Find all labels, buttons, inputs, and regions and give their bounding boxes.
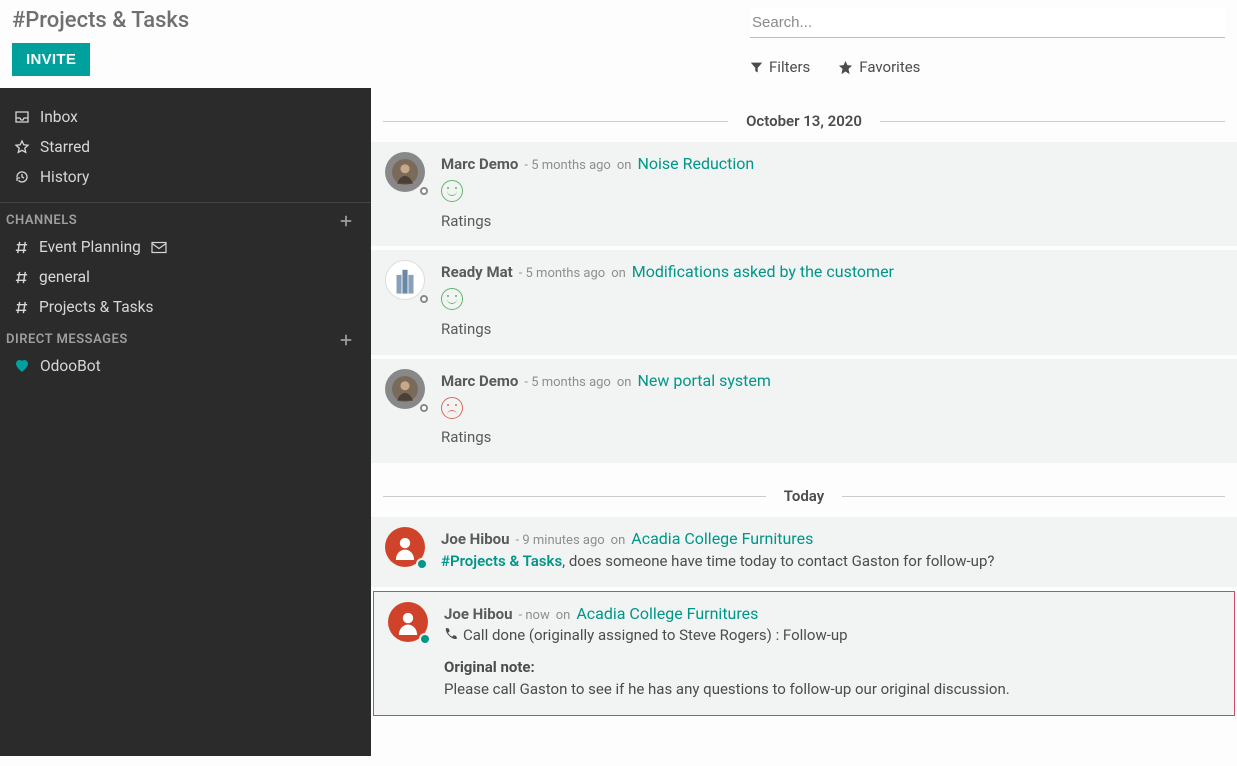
message-list[interactable]: October 13, 2020 Marc Demo - 5 months ag…	[371, 88, 1237, 756]
phone-icon	[444, 627, 457, 640]
filter-row: Filters Favorites	[750, 58, 1225, 76]
note-body: Please call Gaston to see if he has any …	[444, 679, 1220, 701]
history-icon	[14, 169, 30, 185]
message-record-link[interactable]: New portal system	[637, 369, 770, 392]
message-on: on	[611, 265, 626, 284]
sidebar-history[interactable]: History	[0, 162, 371, 192]
sidebar-starred[interactable]: Starred	[0, 132, 371, 162]
top-right: Filters Favorites	[750, 8, 1225, 76]
message-body: #Projects & Tasks, does someone have tim…	[441, 551, 1223, 573]
channel-mention[interactable]: #Projects & Tasks	[441, 552, 562, 570]
avatar	[385, 369, 427, 411]
avatar	[385, 152, 427, 194]
hash-icon	[14, 270, 29, 285]
hash-icon	[14, 240, 29, 255]
dm-label: OdooBot	[40, 357, 101, 375]
message-item[interactable]: Marc Demo - 5 months ago on Noise Reduct…	[371, 142, 1237, 246]
avatar	[388, 602, 430, 644]
status-offline-icon	[420, 295, 428, 303]
sidebar-history-label: History	[40, 168, 89, 186]
date-label: Today	[766, 487, 842, 505]
message-text: , does someone have time today to contac…	[562, 552, 994, 570]
sidebar-inbox-label: Inbox	[40, 108, 78, 126]
star-outline-icon	[14, 139, 30, 155]
funnel-icon	[750, 61, 763, 74]
message-author: Marc Demo	[441, 371, 518, 393]
hash-icon	[14, 300, 29, 315]
channel-label: Event Planning	[39, 238, 141, 256]
message-author: Marc Demo	[441, 154, 518, 176]
message-time: - 5 months ago	[524, 157, 610, 176]
message-on: on	[611, 532, 626, 551]
channel-projects-tasks[interactable]: Projects & Tasks	[0, 292, 371, 322]
dm-header-label: DIRECT MESSAGES	[6, 332, 128, 347]
date-separator: Today	[383, 487, 1225, 505]
sidebar-inbox[interactable]: Inbox	[0, 102, 371, 132]
add-dm-button[interactable]	[335, 333, 357, 347]
dm-header: DIRECT MESSAGES	[0, 322, 371, 351]
rating-happy-icon	[441, 180, 463, 202]
heart-icon	[14, 358, 30, 374]
message-time: - 5 months ago	[524, 374, 610, 393]
rating-sad-icon	[441, 397, 463, 419]
search-input[interactable]	[750, 8, 1225, 38]
channels-header-label: CHANNELS	[6, 213, 77, 228]
inbox-icon	[14, 109, 30, 125]
top-left: #Projects & Tasks INVITE	[12, 8, 750, 76]
status-online-icon	[416, 558, 428, 570]
add-channel-button[interactable]	[335, 214, 357, 228]
call-line: Call done (originally assigned to Steve …	[444, 625, 1220, 647]
envelope-icon	[151, 241, 167, 254]
status-online-icon	[419, 633, 431, 645]
message-item[interactable]: Joe Hibou - now on Acadia College Furnit…	[374, 592, 1234, 715]
note-header: Original note:	[444, 657, 1220, 679]
message-item[interactable]: Marc Demo - 5 months ago on New portal s…	[371, 359, 1237, 463]
call-text: Call done (originally assigned to Steve …	[463, 626, 848, 644]
top-bar: #Projects & Tasks INVITE Filters Favorit…	[0, 0, 1237, 88]
channels-header: CHANNELS	[0, 203, 371, 232]
date-separator: October 13, 2020	[383, 112, 1225, 130]
message-time: - now	[519, 607, 550, 626]
highlighted-message: Joe Hibou - now on Acadia College Furnit…	[373, 591, 1235, 716]
avatar	[385, 260, 427, 302]
dm-odoobot[interactable]: OdooBot	[0, 351, 371, 381]
message-item[interactable]: Joe Hibou - 9 minutes ago on Acadia Coll…	[371, 517, 1237, 587]
filters-label: Filters	[769, 58, 810, 76]
avatar	[385, 527, 427, 569]
star-icon	[838, 60, 853, 75]
message-author: Joe Hibou	[444, 604, 513, 626]
ratings-label: Ratings	[441, 427, 1223, 449]
message-on: on	[556, 607, 571, 626]
message-on: on	[617, 374, 632, 393]
channel-label: general	[39, 268, 90, 286]
status-offline-icon	[420, 404, 428, 412]
invite-button[interactable]: INVITE	[12, 43, 90, 76]
sidebar: Inbox Starred History CHANNELS Event Pl	[0, 88, 371, 756]
channel-general[interactable]: general	[0, 262, 371, 292]
ratings-label: Ratings	[441, 319, 1223, 341]
ratings-label: Ratings	[441, 211, 1223, 233]
sidebar-starred-label: Starred	[40, 138, 90, 156]
message-record-link[interactable]: Acadia College Furnitures	[576, 602, 758, 625]
favorites-button[interactable]: Favorites	[838, 58, 920, 76]
channel-label: Projects & Tasks	[39, 298, 154, 316]
status-offline-icon	[420, 187, 428, 195]
favorites-label: Favorites	[859, 58, 920, 76]
date-label: October 13, 2020	[728, 112, 880, 130]
message-on: on	[617, 157, 632, 176]
message-time: - 5 months ago	[519, 265, 605, 284]
filters-button[interactable]: Filters	[750, 58, 810, 76]
message-author: Ready Mat	[441, 262, 513, 284]
message-record-link[interactable]: Noise Reduction	[637, 152, 754, 175]
channel-title: #Projects & Tasks	[12, 8, 750, 33]
channel-event-planning[interactable]: Event Planning	[0, 232, 371, 262]
message-author: Joe Hibou	[441, 529, 510, 551]
message-time: - 9 minutes ago	[516, 532, 605, 551]
message-record-link[interactable]: Modifications asked by the customer	[632, 260, 894, 283]
message-item[interactable]: Ready Mat - 5 months ago on Modification…	[371, 250, 1237, 354]
message-record-link[interactable]: Acadia College Furnitures	[631, 527, 813, 550]
rating-happy-icon	[441, 288, 463, 310]
